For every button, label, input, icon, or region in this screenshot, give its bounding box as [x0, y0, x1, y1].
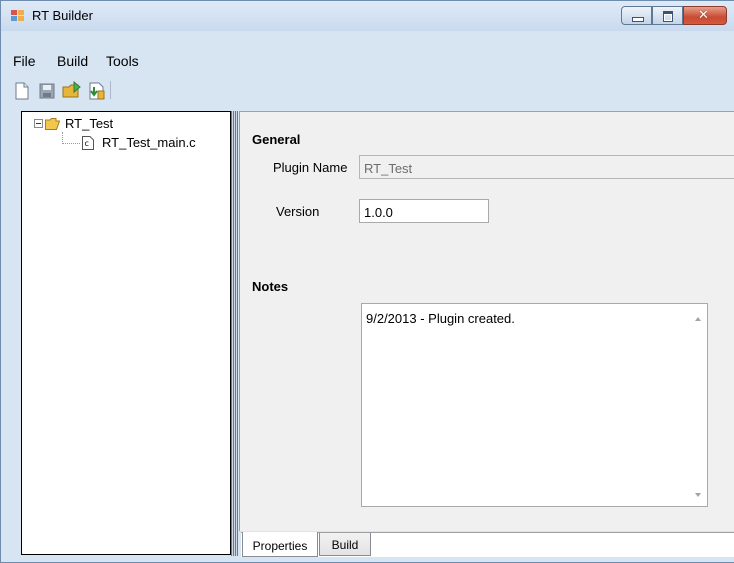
title-bar[interactable]: RT Builder ✕	[1, 1, 734, 31]
scroll-down-icon[interactable]	[695, 493, 701, 497]
project-tree[interactable]: RT_Test c RT_Test_main.c	[21, 111, 231, 555]
minimize-button[interactable]	[621, 6, 652, 25]
window-title: RT Builder	[32, 8, 93, 23]
scroll-up-icon[interactable]	[695, 317, 701, 321]
svg-text:c: c	[85, 139, 89, 148]
maximize-icon	[663, 11, 673, 22]
window-controls: ✕	[621, 6, 727, 25]
app-icon	[11, 10, 24, 21]
panel-splitter[interactable]	[231, 111, 238, 556]
tab-properties[interactable]: Properties	[242, 532, 318, 557]
tree-node-project[interactable]: RT_Test	[34, 116, 113, 131]
close-button[interactable]: ✕	[683, 6, 727, 25]
open-plugin-icon[interactable]	[62, 81, 82, 100]
minimize-icon	[632, 17, 644, 22]
menu-file[interactable]: File	[13, 53, 36, 69]
maximize-button[interactable]	[652, 6, 683, 25]
toolbar-separator	[110, 81, 111, 99]
tree-root-label: RT_Test	[65, 116, 114, 131]
notes-scrollbar[interactable]	[690, 304, 707, 506]
notes-text: 9/2/2013 - Plugin created.	[366, 311, 515, 326]
menu-build[interactable]: Build	[57, 53, 88, 69]
general-heading: General	[252, 132, 301, 147]
notes-textarea[interactable]: 9/2/2013 - Plugin created.	[361, 303, 708, 507]
app-window: RT Builder ✕ File Build Tools RT_Test c …	[0, 0, 734, 563]
c-file-icon: c	[82, 135, 94, 150]
plugin-name-field: RT_Test	[359, 155, 734, 179]
notes-heading: Notes	[252, 279, 289, 294]
tab-build[interactable]: Build	[319, 533, 371, 556]
new-file-icon[interactable]	[14, 82, 30, 100]
collapse-icon[interactable]	[34, 119, 43, 128]
tree-node-file[interactable]: c RT_Test_main.c	[82, 135, 196, 150]
import-icon[interactable]	[87, 81, 107, 101]
tree-connector	[62, 143, 80, 145]
bottom-tabs: Properties Build	[241, 532, 734, 557]
folder-open-icon	[45, 117, 60, 130]
version-field[interactable]: 1.0.0	[359, 199, 489, 223]
close-icon: ✕	[698, 8, 709, 23]
version-label: Version	[276, 204, 320, 219]
menu-tools[interactable]: Tools	[106, 53, 139, 69]
save-icon[interactable]	[39, 83, 55, 99]
tree-child-label: RT_Test_main.c	[102, 135, 196, 150]
plugin-name-label: Plugin Name	[273, 160, 348, 175]
